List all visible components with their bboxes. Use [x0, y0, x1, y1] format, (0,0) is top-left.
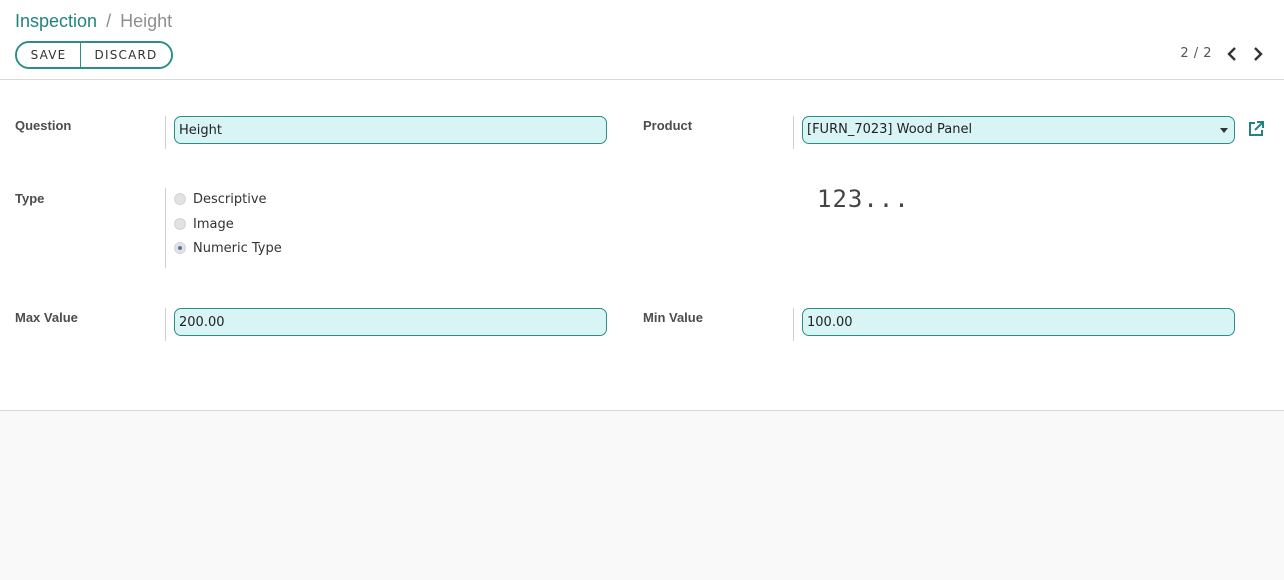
max-value-label: Max Value [15, 310, 78, 325]
min-value-input[interactable] [802, 308, 1235, 336]
field-divider [793, 308, 794, 341]
max-value-input[interactable] [174, 308, 607, 336]
external-link-button[interactable] [1246, 119, 1266, 139]
radio-button[interactable] [174, 218, 186, 230]
caret-down-icon [1220, 128, 1228, 133]
field-divider [165, 116, 166, 149]
breadcrumb-parent-link[interactable]: Inspection [15, 11, 97, 31]
chevron-right-icon [1254, 47, 1263, 61]
discard-button[interactable]: DISCARD [81, 43, 171, 67]
type-option-descriptive[interactable]: Descriptive [174, 189, 267, 209]
form-button-group: SAVE DISCARD [15, 41, 173, 69]
save-button[interactable]: SAVE [17, 43, 81, 67]
product-select[interactable]: [FURN_7023] Wood Panel [802, 116, 1235, 144]
type-label: Type [15, 191, 45, 206]
breadcrumb: Inspection / Height [15, 11, 172, 32]
field-divider [793, 116, 794, 149]
numeric-type-preview: 123... [817, 185, 910, 213]
pager-value: 2 / 2 [1180, 46, 1212, 61]
radio-label: Numeric Type [193, 240, 282, 256]
product-select-value: [FURN_7023] Wood Panel [807, 122, 973, 137]
external-link-icon [1249, 121, 1264, 136]
field-divider [165, 188, 166, 268]
radio-button-checked[interactable] [174, 242, 186, 254]
breadcrumb-separator: / [106, 11, 112, 31]
pager-next-button[interactable] [1250, 45, 1266, 63]
radio-label: Image [193, 216, 234, 232]
question-label: Question [15, 118, 72, 133]
type-option-numeric[interactable]: Numeric Type [174, 238, 282, 258]
control-panel: Inspection / Height SAVE DISCARD 2 / 2 [0, 0, 1284, 80]
question-input[interactable] [174, 116, 607, 144]
breadcrumb-current: Height [120, 11, 173, 31]
field-divider [165, 308, 166, 341]
radio-button[interactable] [174, 193, 186, 205]
product-label: Product [643, 118, 693, 133]
chevron-left-icon [1227, 47, 1236, 61]
pager-previous-button[interactable] [1224, 45, 1240, 63]
type-option-image[interactable]: Image [174, 214, 234, 234]
radio-label: Descriptive [193, 191, 267, 207]
min-value-label: Min Value [643, 310, 703, 325]
